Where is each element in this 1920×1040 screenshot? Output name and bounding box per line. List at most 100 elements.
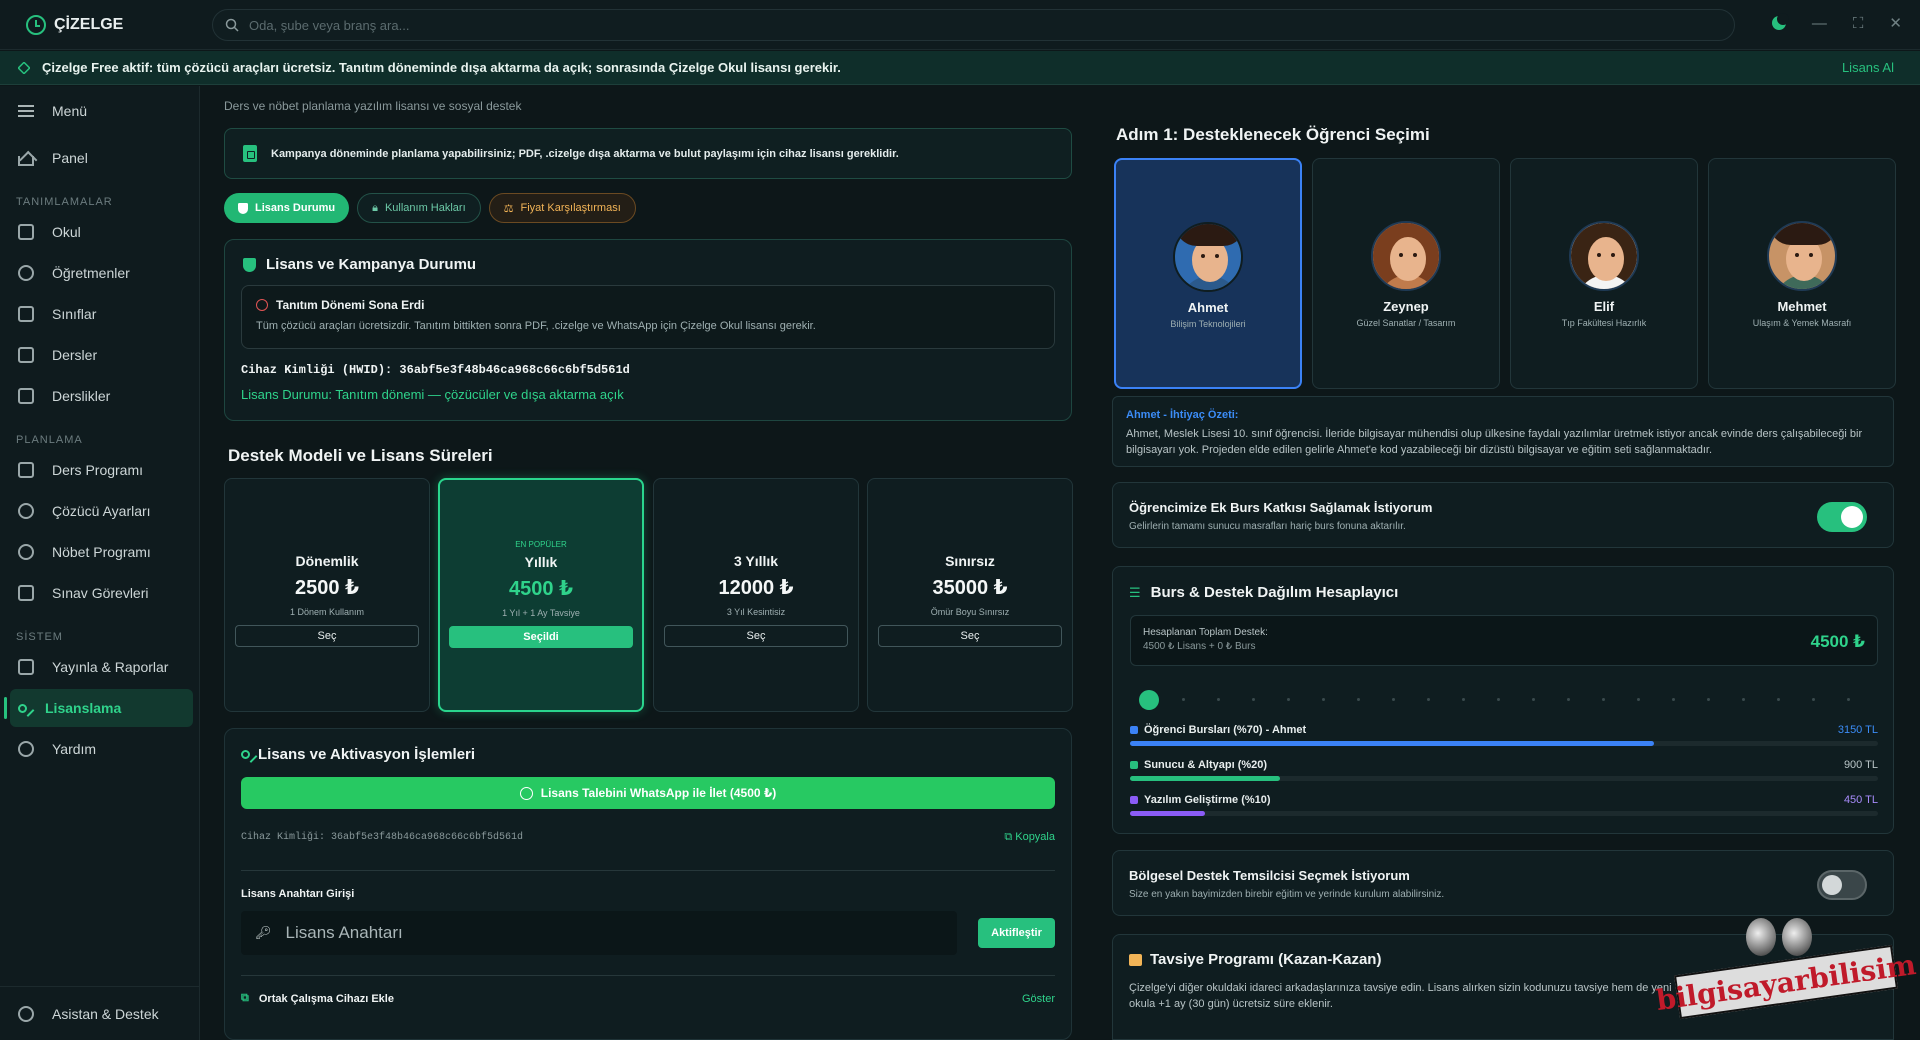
activate-button[interactable]: Aktifleştir — [978, 918, 1055, 948]
minimize-icon[interactable]: — — [1812, 15, 1827, 32]
tab-usage-rights[interactable]: 🔒︎ Kullanım Hakları — [357, 193, 481, 223]
tab-license-status[interactable]: Lisans Durumu — [224, 193, 350, 223]
license-status-card: Lisans ve Kampanya Durumu Tanıtım Dönemi… — [224, 239, 1072, 421]
free-banner: Çizelge Free aktif: tüm çözücü araçları … — [0, 51, 1920, 85]
sidebar-item-licensing[interactable]: Lisanslama — [4, 689, 193, 727]
student-selection-title: Adım 1: Desteklenecek Öğrenci Seçimi — [1116, 125, 1430, 144]
student-card-elif[interactable]: Elif Tıp Fakültesi Hazırlık — [1510, 158, 1698, 389]
tab-label: Lisans Durumu — [255, 202, 336, 214]
slider-tick — [1637, 698, 1640, 701]
campaign-info: Kampanya döneminde planlama yapabilirsin… — [224, 128, 1072, 179]
plan-card-semester[interactable]: Dönemlik 2500 ₺ 1 Dönem Kullanım Seç — [224, 478, 430, 712]
tab-price-compare[interactable]: ⚖ Fiyat Karşılaştırması — [488, 193, 636, 223]
license-status-text: Lisans Durumu: Tanıtım dönemi — çözücüle… — [241, 387, 624, 402]
slider-tick — [1357, 698, 1360, 701]
sidebar-item-okul[interactable]: Okul — [10, 213, 193, 251]
slider-knob[interactable] — [1139, 690, 1159, 710]
clipboard-icon — [18, 585, 34, 601]
sidebar-item-reports[interactable]: Yayınla & Raporlar — [10, 648, 193, 686]
whatsapp-request-button[interactable]: Lisans Talebini WhatsApp ile İlet (4500 … — [241, 777, 1055, 809]
student-card-zeynep[interactable]: Zeynep Güzel Sanatlar / Tasarım — [1312, 158, 1500, 389]
search-input[interactable] — [249, 17, 1649, 33]
plan-name: 3 Yıllık — [733, 553, 779, 569]
copy-icon: ⧉ — [1004, 831, 1016, 843]
divider — [241, 870, 1055, 871]
distribution-fill — [1130, 811, 1205, 816]
diamond-icon — [18, 61, 30, 74]
alert-icon — [256, 299, 268, 311]
theme-toggle-icon[interactable] — [1771, 13, 1789, 30]
whatsapp-icon — [519, 786, 533, 800]
slider-tick — [1462, 698, 1465, 701]
add-device-row[interactable]: ⧉ Ortak Çalışma Cihazı Ekle Göster — [241, 992, 1055, 1005]
student-card-ahmet[interactable]: Ahmet Bilişim Teknolojileri — [1114, 158, 1302, 389]
scholarship-slider[interactable] — [1139, 690, 1859, 710]
sidebar-item-label: Sınav Görevleri — [52, 585, 149, 601]
hwid-text: Cihaz Kimliği (HWID): 36abf5e3f48b46ca96… — [241, 363, 630, 377]
scholarship-title: Öğrencimize Ek Burs Katkısı Sağlamak İst… — [1129, 500, 1433, 515]
sidebar-item-teachers[interactable]: Öğretmenler — [10, 254, 193, 292]
sidebar-menu-toggle[interactable]: Menü — [10, 92, 193, 130]
slider-tick — [1812, 698, 1815, 701]
scholarship-switch[interactable] — [1817, 502, 1867, 532]
search-bar[interactable] — [212, 9, 1735, 41]
plan-name: Yıllık — [524, 554, 558, 570]
plan-price: 2500 ₺ — [295, 577, 359, 599]
sidebar-item-solver-settings[interactable]: Çözücü Ayarları — [10, 492, 193, 530]
slider-tick — [1182, 698, 1185, 701]
distribution-label: Yazılım Geliştirme (%10) — [1144, 794, 1271, 806]
sidebar-item-classrooms[interactable]: Derslikler — [10, 377, 193, 415]
distribution-label: Sunucu & Altyapı (%20) — [1144, 759, 1268, 771]
maximize-icon[interactable]: ⛶ — [1853, 15, 1864, 32]
plan-card-3year[interactable]: 3 Yıllık 12000 ₺ 3 Yıl Kesintisiz Seç — [653, 478, 859, 712]
plan-price: 12000 ₺ — [718, 577, 794, 599]
slider-tick — [1742, 698, 1745, 701]
copy-icon — [18, 659, 34, 675]
server-icon — [1130, 761, 1138, 769]
slider-tick — [1392, 698, 1395, 701]
plan-badge — [868, 539, 1072, 548]
copy-hwid-button[interactable]: ⧉ Kopyala — [1004, 831, 1055, 844]
assistant-support[interactable]: Asistan & Destek — [0, 986, 200, 1040]
regional-switch[interactable] — [1817, 870, 1867, 900]
plan-sub: 3 Yıl Kesintisiz — [726, 607, 786, 617]
shield-check-icon — [243, 257, 256, 272]
select-plan-button[interactable]: Seç — [878, 625, 1062, 647]
distribution-row: Sunucu & Altyapı (%20) 900 TL — [1130, 759, 1878, 781]
student-card-mehmet[interactable]: Mehmet Ulaşım & Yemek Masrafı — [1708, 158, 1896, 389]
buy-license-link[interactable]: Lisans Al — [1842, 60, 1894, 75]
show-devices-link[interactable]: Göster — [1022, 993, 1055, 1005]
slider-tick — [1532, 698, 1535, 701]
sidebar-item-courses[interactable]: Dersler — [10, 336, 193, 374]
sidebar-item-panel[interactable]: Panel — [10, 139, 193, 177]
sidebar-item-label: Yayınla & Raporlar — [52, 659, 169, 675]
key-icon — [18, 703, 27, 713]
plan-name: Sınırsız — [945, 553, 995, 569]
gift-icon — [1129, 953, 1142, 966]
brand-logo[interactable]: ÇİZELGE — [26, 14, 210, 35]
info-icon — [18, 741, 34, 757]
sidebar-item-help[interactable]: Yardım — [10, 730, 193, 768]
gears-icon — [18, 503, 34, 519]
plan-card-unlimited[interactable]: Sınırsız 35000 ₺ Ömür Boyu Sınırsız Seç — [867, 478, 1073, 712]
code-icon — [1130, 796, 1138, 804]
sidebar-item-classes[interactable]: Sınıflar — [10, 295, 193, 333]
plan-card-yearly[interactable]: EN POPÜLER Yıllık 4500 ₺ 1 Yıl + 1 Ay Ta… — [438, 478, 644, 712]
close-icon[interactable]: ✕ — [1889, 14, 1902, 32]
plan-sub: 1 Yıl + 1 Ay Tavsiye — [502, 608, 580, 618]
sidebar-item-schedule[interactable]: Ders Programı — [10, 451, 193, 489]
license-key-input[interactable] — [285, 923, 906, 943]
select-plan-button[interactable]: Seç — [235, 625, 419, 647]
sidebar-item-duty[interactable]: Nöbet Programı — [10, 533, 193, 571]
sidebar-item-exams[interactable]: Sınav Görevleri — [10, 574, 193, 612]
distribution-amount: 450 TL — [1843, 794, 1878, 806]
student-name: Mehmet — [1777, 299, 1827, 314]
license-key-field[interactable]: 🔑︎ — [241, 911, 957, 955]
sidebar-item-label: Nöbet Programı — [52, 544, 151, 560]
calculator-title: Burs & Destek Dağılım Hesaplayıcı — [1150, 584, 1399, 601]
key-icon — [241, 750, 250, 759]
selected-plan-button[interactable]: Seçildi — [449, 626, 633, 648]
total-value: 4500 ₺ — [1810, 632, 1865, 651]
section-system: SİSTEM — [16, 631, 63, 643]
select-plan-button[interactable]: Seç — [664, 625, 848, 647]
